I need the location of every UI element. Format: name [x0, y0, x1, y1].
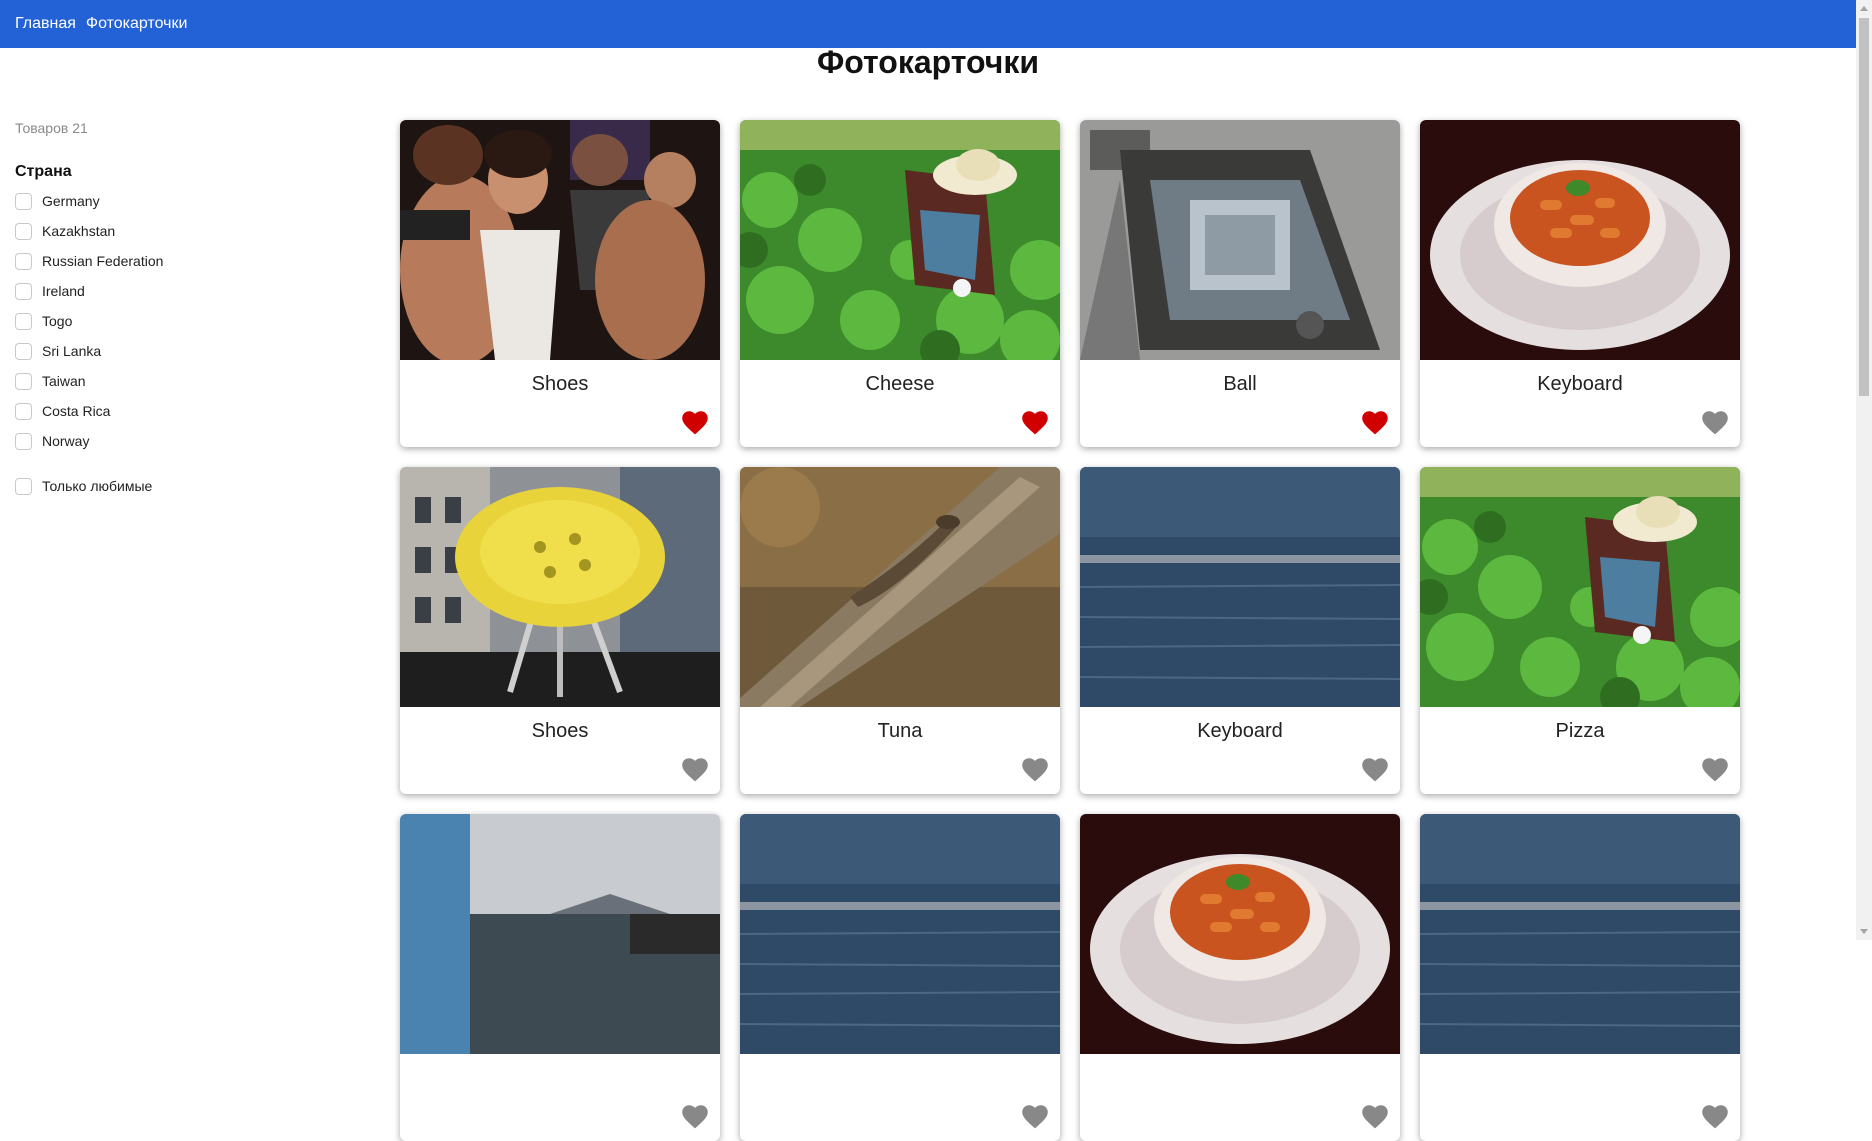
country-label: Norway: [42, 433, 90, 449]
photo-card[interactable]: Shoes: [400, 120, 720, 447]
heart-icon[interactable]: [682, 1105, 708, 1129]
heart-icon[interactable]: [1702, 1105, 1728, 1129]
heart-icon[interactable]: [1702, 411, 1728, 435]
photo-card[interactable]: Cheese: [740, 120, 1060, 447]
card-photo[interactable]: [400, 467, 720, 707]
photo-card[interactable]: Pizza: [1420, 467, 1740, 794]
filter-sidebar: Товаров 21 Страна Germany Kazakhstan Russi…: [15, 120, 315, 501]
country-checkbox[interactable]: [15, 342, 32, 360]
country-checkbox[interactable]: [15, 372, 32, 390]
heart-icon[interactable]: [682, 411, 708, 435]
photo-card[interactable]: Tuna: [740, 467, 1060, 794]
country-label: Germany: [42, 193, 100, 209]
card-title: Ball: [1223, 373, 1257, 395]
country-filter-item[interactable]: Russian Federation: [15, 246, 315, 276]
card-photo[interactable]: [1420, 120, 1740, 360]
card-photo[interactable]: [400, 120, 720, 360]
card-title: [1080, 1067, 1400, 1091]
country-filter-item[interactable]: Ireland: [15, 276, 315, 306]
card-title: Shoes: [531, 720, 589, 742]
card-photo[interactable]: [740, 120, 1060, 360]
card-title: Cheese: [865, 373, 935, 395]
card-photo[interactable]: [1420, 814, 1740, 1054]
card-photo[interactable]: [1080, 814, 1400, 1054]
country-label: Ireland: [42, 283, 85, 299]
country-label: Russian Federation: [42, 253, 164, 269]
card-title: Keyboard: [1197, 720, 1283, 742]
favorites-only-filter[interactable]: Только любимые: [15, 471, 315, 501]
vertical-scrollbar[interactable]: [1856, 0, 1872, 940]
heart-icon[interactable]: [1022, 411, 1048, 435]
card-photo[interactable]: [740, 467, 1060, 707]
country-filter-item[interactable]: Togo: [15, 306, 315, 336]
photo-card[interactable]: [400, 814, 720, 1141]
card-photo[interactable]: [400, 814, 720, 1054]
country-checkbox[interactable]: [15, 192, 32, 210]
page-title: Фотокарточки: [816, 44, 1040, 80]
country-label: Kazakhstan: [42, 223, 116, 239]
nav-home-link[interactable]: Главная: [15, 15, 76, 33]
photo-card[interactable]: Keyboard: [1080, 467, 1400, 794]
country-filter-item[interactable]: Taiwan: [15, 366, 315, 396]
photo-card[interactable]: [1080, 814, 1400, 1141]
country-filter-item[interactable]: Sri Lanka: [15, 336, 315, 366]
country-filter-list: Germany Kazakhstan Russian Federation Irela…: [15, 186, 315, 456]
photo-card[interactable]: [1420, 814, 1740, 1141]
card-photo[interactable]: [1420, 467, 1740, 707]
card-title: [400, 1067, 720, 1091]
scrollbar-thumb[interactable]: [1859, 18, 1869, 396]
card-title: Tuna: [877, 720, 923, 742]
photo-card[interactable]: [740, 814, 1060, 1141]
nav-photos-link[interactable]: Фотокарточки: [86, 15, 188, 33]
heart-icon[interactable]: [1362, 1105, 1388, 1129]
heart-icon[interactable]: [1362, 411, 1388, 435]
top-navbar: Главная Фотокарточки: [0, 0, 1856, 48]
country-label: Sri Lanka: [42, 343, 102, 359]
country-label: Taiwan: [42, 373, 86, 389]
country-filter-item[interactable]: Costa Rica: [15, 396, 315, 426]
heart-icon[interactable]: [1022, 758, 1048, 782]
photo-card[interactable]: Ball: [1080, 120, 1400, 447]
card-title: Pizza: [1555, 720, 1605, 742]
scroll-down-arrow-icon[interactable]: [1856, 923, 1872, 940]
photo-card[interactable]: Keyboard: [1420, 120, 1740, 447]
card-title: [1420, 1067, 1740, 1091]
country-checkbox[interactable]: [15, 432, 32, 450]
photo-card[interactable]: Shoes: [400, 467, 720, 794]
country-checkbox[interactable]: [15, 282, 32, 300]
card-title: Keyboard: [1537, 373, 1623, 395]
scroll-up-arrow-icon[interactable]: [1856, 0, 1872, 17]
heart-icon[interactable]: [1022, 1105, 1048, 1129]
product-count: Товаров 21: [15, 120, 88, 136]
country-label: Costa Rica: [42, 403, 111, 419]
card-photo[interactable]: [1080, 120, 1400, 360]
country-filter-item[interactable]: Germany: [15, 186, 315, 216]
country-checkbox[interactable]: [15, 312, 32, 330]
country-checkbox[interactable]: [15, 222, 32, 240]
country-label: Togo: [42, 313, 73, 329]
heart-icon[interactable]: [682, 758, 708, 782]
country-filter-item[interactable]: Norway: [15, 426, 315, 456]
country-checkbox[interactable]: [15, 252, 32, 270]
country-filter-title: Страна: [15, 163, 72, 180]
card-title: Shoes: [531, 373, 589, 395]
heart-icon[interactable]: [1702, 758, 1728, 782]
country-checkbox[interactable]: [15, 402, 32, 420]
favorites-only-checkbox[interactable]: [15, 477, 32, 495]
card-title: [740, 1067, 1060, 1091]
favorites-only-label: Только любимые: [42, 478, 153, 494]
card-photo[interactable]: [740, 814, 1060, 1054]
heart-icon[interactable]: [1362, 758, 1388, 782]
card-photo[interactable]: [1080, 467, 1400, 707]
country-filter-item[interactable]: Kazakhstan: [15, 216, 315, 246]
